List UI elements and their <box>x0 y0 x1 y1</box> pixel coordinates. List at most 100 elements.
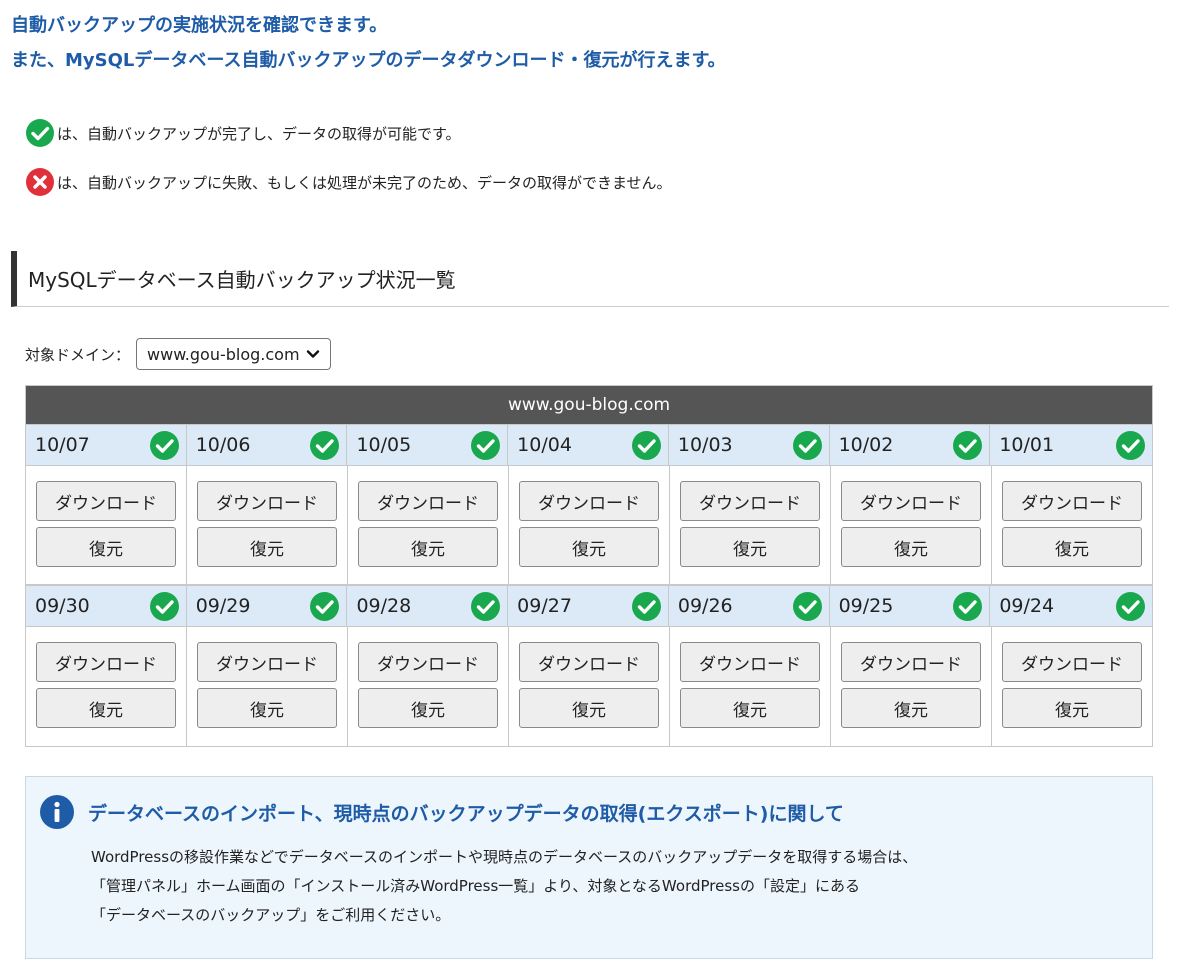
backup-date: 09/26 <box>677 595 733 617</box>
section-heading: MySQLデータベース自動バックアップ状況一覧 <box>11 251 1169 307</box>
check-circle-icon <box>471 591 501 621</box>
restore-button[interactable]: 復元 <box>1002 527 1142 567</box>
info-line: 「管理パネル」ホーム画面の「インストール済みWordPress一覧」より、対象と… <box>91 877 860 895</box>
backup-date: 10/03 <box>677 434 733 456</box>
backup-date: 09/28 <box>356 595 412 617</box>
backup-date-cell: 10/03 <box>668 424 830 466</box>
restore-button[interactable]: 復元 <box>36 527 176 567</box>
check-circle-icon <box>471 430 501 460</box>
date-header-row: 09/30 09/29 09/28 09/27 09/26 09/25 09/24 <box>26 585 1153 627</box>
chevron-down-icon <box>306 350 320 358</box>
backup-date: 10/02 <box>838 434 894 456</box>
backup-table: www.gou-blog.com 10/07 10/06 10/05 10/04 10/… <box>25 385 1153 747</box>
backup-date: 09/27 <box>517 595 572 617</box>
backup-actions-cell: ダウンロード 復元 <box>831 627 992 746</box>
backup-date-cell: 10/05 <box>347 424 509 466</box>
download-button[interactable]: ダウンロード <box>358 642 498 682</box>
download-button[interactable]: ダウンロード <box>841 481 981 521</box>
backup-date: 09/24 <box>999 595 1055 617</box>
backup-actions-cell: ダウンロード 復元 <box>509 466 670 584</box>
backup-date: 10/06 <box>195 434 251 456</box>
backup-date-cell: 09/29 <box>186 585 348 627</box>
download-button[interactable]: ダウンロード <box>841 642 981 682</box>
backup-actions-cell: ダウンロード 復元 <box>670 627 831 746</box>
check-circle-icon <box>631 430 661 460</box>
download-button[interactable]: ダウンロード <box>1002 481 1142 521</box>
check-circle-icon <box>953 591 983 621</box>
backup-actions-cell: ダウンロード 復元 <box>26 466 187 584</box>
backup-date: 09/30 <box>35 595 90 617</box>
intro-text: 自動バックアップの実施状況を確認できます。 また、MySQLデータベース自動バッ… <box>11 8 726 78</box>
section-heading-text: MySQLデータベース自動バックアップ状況一覧 <box>28 268 456 292</box>
backup-date-cell: 09/27 <box>508 585 669 627</box>
backup-date: 10/07 <box>35 434 90 456</box>
backup-actions-cell: ダウンロード 復元 <box>509 627 670 746</box>
restore-button[interactable]: 復元 <box>197 688 337 728</box>
backup-date: 09/29 <box>195 595 251 617</box>
check-circle-icon <box>792 430 822 460</box>
intro-line-1: 自動バックアップの実施状況を確認できます。 <box>11 15 388 36</box>
check-circle-icon <box>792 591 822 621</box>
download-button[interactable]: ダウンロード <box>36 642 176 682</box>
domain-select-label: 対象ドメイン： <box>25 345 131 364</box>
info-text: WordPressの移設作業などでデータベースのインポートや現時点のデータベース… <box>91 843 917 930</box>
download-button[interactable]: ダウンロード <box>1002 642 1142 682</box>
backup-actions-cell: ダウンロード 復元 <box>26 627 187 746</box>
backup-date-cell: 10/02 <box>829 424 991 466</box>
check-circle-icon <box>310 430 340 460</box>
restore-button[interactable]: 復元 <box>36 688 176 728</box>
backup-date: 10/01 <box>999 434 1055 456</box>
download-button[interactable]: ダウンロード <box>197 642 337 682</box>
check-circle-icon <box>953 430 983 460</box>
restore-button[interactable]: 復元 <box>841 688 981 728</box>
download-button[interactable]: ダウンロード <box>197 481 337 521</box>
backup-date-cell: 10/04 <box>508 424 669 466</box>
action-row: ダウンロード 復元 ダウンロード 復元 ダウンロード 復元 ダウンロード 復元 ダウンロード 復元… <box>26 466 1152 585</box>
backup-actions-cell: ダウンロード 復元 <box>992 466 1152 584</box>
date-header-row: 10/07 10/06 10/05 10/04 10/03 10/02 10/01 <box>26 424 1153 466</box>
restore-button[interactable]: 復元 <box>358 688 498 728</box>
domain-select-value: www.gou-blog.com <box>147 344 300 364</box>
restore-button[interactable]: 復元 <box>197 527 337 567</box>
backup-date: 09/25 <box>838 595 894 617</box>
domain-select[interactable]: www.gou-blog.com <box>136 338 332 370</box>
table-title: www.gou-blog.com <box>26 386 1152 424</box>
x-circle-icon <box>26 168 54 196</box>
restore-button[interactable]: 復元 <box>680 527 820 567</box>
restore-button[interactable]: 復元 <box>1002 688 1142 728</box>
check-circle-icon <box>1116 430 1146 460</box>
download-button[interactable]: ダウンロード <box>36 481 176 521</box>
legend-failure: は、自動バックアップに失敗、もしくは処理が未完了のため、データの取得ができません… <box>25 167 672 197</box>
restore-button[interactable]: 復元 <box>680 688 820 728</box>
backup-date-cell: 09/24 <box>990 585 1153 627</box>
backup-actions-cell: ダウンロード 復元 <box>187 466 348 584</box>
info-circle-icon <box>40 795 74 829</box>
restore-button[interactable]: 復元 <box>841 527 981 567</box>
download-button[interactable]: ダウンロード <box>358 481 498 521</box>
restore-button[interactable]: 復元 <box>519 688 659 728</box>
backup-date-cell: 09/28 <box>347 585 509 627</box>
table-rows: 10/07 10/06 10/05 10/04 10/03 10/02 10/01 ダウンロー… <box>26 424 1153 746</box>
check-circle-icon <box>26 119 54 147</box>
backup-date: 10/05 <box>356 434 412 456</box>
check-circle-icon <box>1116 591 1146 621</box>
check-circle-icon <box>631 591 661 621</box>
download-button[interactable]: ダウンロード <box>680 481 820 521</box>
restore-button[interactable]: 復元 <box>519 527 659 567</box>
info-line: 「データベースのバックアップ」をご利用ください。 <box>91 906 451 924</box>
legend-success-text: は、自動バックアップが完了し、データの取得が可能です。 <box>57 124 461 143</box>
legend-success: は、自動バックアップが完了し、データの取得が可能です。 <box>25 118 461 148</box>
backup-date-cell: 09/25 <box>829 585 991 627</box>
check-circle-icon <box>149 430 179 460</box>
download-button[interactable]: ダウンロード <box>519 642 659 682</box>
backup-actions-cell: ダウンロード 復元 <box>992 627 1152 746</box>
intro-line-2: また、MySQLデータベース自動バックアップのデータダウンロード・復元が行えます… <box>11 50 726 71</box>
backup-date-cell: 10/01 <box>990 424 1153 466</box>
backup-date-cell: 09/30 <box>26 585 187 627</box>
info-box: データベースのインポート、現時点のバックアップデータの取得(エクスポート)に関し… <box>25 776 1153 959</box>
download-button[interactable]: ダウンロード <box>519 481 659 521</box>
check-circle-icon <box>310 591 340 621</box>
download-button[interactable]: ダウンロード <box>680 642 820 682</box>
action-row: ダウンロード 復元 ダウンロード 復元 ダウンロード 復元 ダウンロード 復元 ダウンロード 復元… <box>26 627 1152 746</box>
restore-button[interactable]: 復元 <box>358 527 498 567</box>
